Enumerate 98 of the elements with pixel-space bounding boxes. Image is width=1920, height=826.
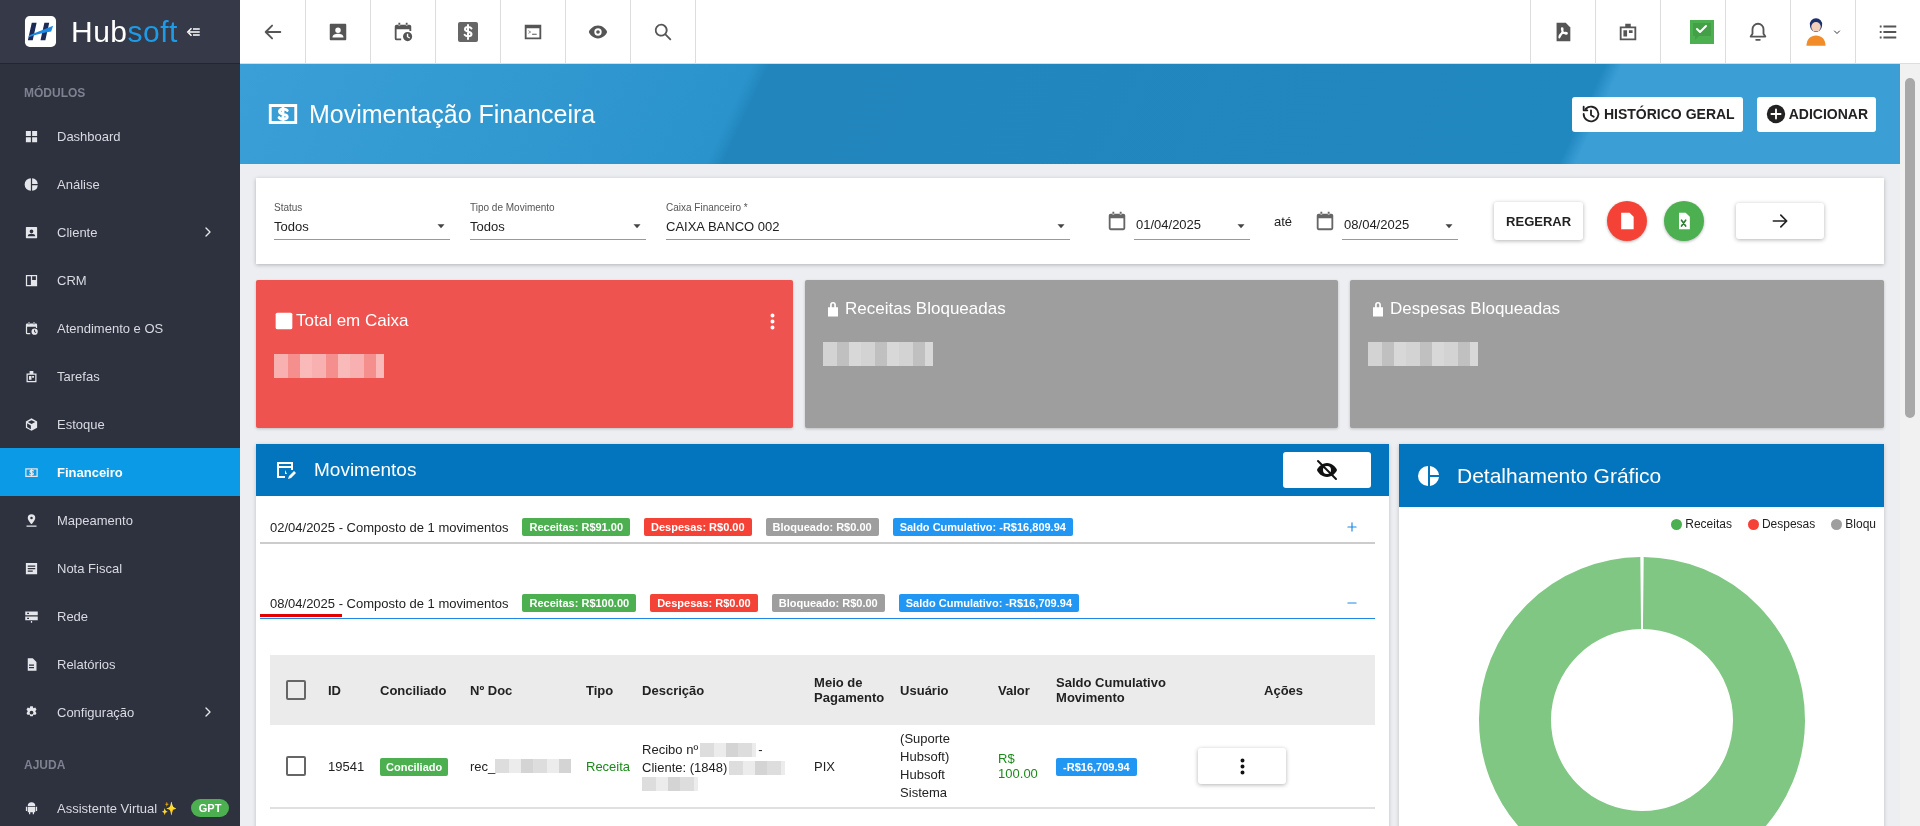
calendar-icon[interactable]	[1106, 210, 1128, 232]
amount-badge: Bloqueado: R$0.00	[771, 594, 885, 612]
redacted-block	[729, 761, 786, 775]
vertical-dots-icon[interactable]	[770, 312, 775, 330]
table-cell: R$ 100.00	[992, 725, 1051, 808]
column-header: Ações	[1192, 655, 1375, 725]
column-header: ID	[322, 655, 374, 725]
date-field[interactable]: 01/04/2025	[1134, 208, 1250, 240]
vertical-dots-icon	[1239, 757, 1245, 775]
range-separator: até	[1274, 213, 1293, 229]
scrollbar[interactable]	[1900, 64, 1920, 826]
sidebar-item[interactable]: Nota Fiscal	[0, 544, 240, 592]
pdf-export-button[interactable]	[1607, 201, 1648, 241]
amount-badge: Receitas: R$100.00	[522, 594, 637, 612]
gpt-badge: GPT	[190, 799, 230, 817]
board-icon	[24, 272, 39, 288]
section-heading: MÓDULOS	[23, 84, 87, 102]
balance-badge: -R$16,709.94	[1056, 757, 1137, 776]
column-header: Saldo Cumulativo Movimento	[1050, 655, 1193, 725]
panel-title: Detalhamento Gráfico	[1457, 463, 1662, 488]
sidebar-item[interactable]: Configuração	[0, 688, 240, 736]
table-cell: 19541	[322, 725, 374, 808]
page-title: Movimentação Financeira	[309, 99, 596, 129]
sidebar-item[interactable]: Assistente Virtual ✨ GPT	[0, 784, 240, 826]
add-button[interactable]: ADICIONAR	[1756, 96, 1876, 132]
regenerate-button[interactable]: REGERAR	[1494, 202, 1584, 240]
history-icon	[1580, 103, 1602, 125]
group-summary: 02/04/2025 - Composto de 1 movimentos	[270, 519, 509, 535]
plus-circle-icon	[1764, 103, 1787, 125]
redacted-block	[642, 777, 699, 791]
legend-label[interactable]: Receitas	[1685, 517, 1732, 531]
history-button[interactable]: HISTÓRICO GERAL	[1572, 96, 1743, 132]
card-title: Receitas Bloqueadas	[845, 299, 1006, 319]
date-group-header[interactable]: 08/04/2025 - Composto de 1 movimentos Receitas: R$100.00 Despesas: R$0.00 Bloqueado: R$0.00 Saldo Cumulativo: -R$16,709.94	[260, 572, 1375, 619]
group-summary: 08/04/2025 - Composto de 1 movimentos	[270, 595, 509, 611]
table-cell: PIX	[808, 725, 895, 808]
sidebar-item[interactable]: Mapeamento	[0, 496, 240, 544]
android-icon	[24, 800, 39, 816]
panel-title: Movimentos	[314, 459, 417, 481]
sidebar-item[interactable]: Cliente	[0, 208, 240, 256]
card-title: Total em Caixa	[296, 311, 409, 331]
clipboard-icon	[24, 368, 39, 384]
status-badge: Conciliado	[380, 757, 449, 776]
legend-label[interactable]: Despesas	[1761, 517, 1816, 531]
column-header: Descrição	[636, 655, 809, 725]
bell-icon[interactable]	[1747, 20, 1769, 43]
column-header: Valor	[992, 655, 1051, 725]
redacted-block	[700, 743, 757, 757]
description-text: -	[758, 741, 763, 759]
select-all-checkbox[interactable]	[286, 680, 306, 700]
table-cell: Receita	[580, 725, 637, 808]
section-heading: AJUDA	[23, 757, 67, 774]
sidebar-item[interactable]: Tarefas	[0, 352, 240, 400]
legend-label[interactable]: Bloqu	[1845, 517, 1876, 531]
hide-values-button[interactable]	[1283, 452, 1371, 488]
amount-badge: Saldo Cumulativo: -R$16,809.94	[892, 518, 1073, 536]
pie-chart-icon	[24, 176, 39, 192]
amount-badge: Despesas: R$0.00	[644, 518, 752, 536]
table-cell: rec_	[470, 758, 496, 774]
column-header: Tipo	[580, 655, 637, 725]
row-checkbox[interactable]	[286, 756, 306, 776]
document-icon	[24, 560, 39, 576]
column-header: Meio de Pagamento	[808, 655, 895, 725]
select-field[interactable]: Status Todos	[274, 202, 450, 240]
map-pin-icon	[24, 512, 39, 528]
chat-check-icon[interactable]	[1689, 19, 1714, 44]
contact-card-icon	[24, 224, 39, 240]
amount-badge: Bloqueado: R$0.00	[765, 518, 879, 536]
sidebar-item[interactable]: Estoque	[0, 400, 240, 448]
box-icon	[24, 416, 39, 432]
amount-badge: Receitas: R$91.00	[522, 518, 631, 536]
grid-icon	[24, 128, 39, 144]
sidebar-item[interactable]: Rede	[0, 592, 240, 640]
sidebar-item[interactable]: Atendimento e OS	[0, 304, 240, 352]
sidebar-item[interactable]: Dashboard	[0, 112, 240, 160]
sidebar-item[interactable]: Análise	[0, 160, 240, 208]
logo-icon	[24, 15, 57, 48]
table-cell: (Suporte Hubsoft) Hubsoft Sistema	[894, 725, 993, 808]
calendar-clock-icon	[24, 320, 39, 336]
description-text: Cliente: (1848)	[642, 759, 728, 777]
calendar-clock-icon[interactable]	[392, 20, 414, 43]
eye-off-icon	[1315, 458, 1339, 482]
select-field[interactable]: Tipo de Movimento Todos	[470, 202, 646, 240]
amount-badge: Despesas: R$0.00	[650, 594, 758, 612]
excel-export-button[interactable]	[1664, 201, 1705, 241]
description-text: Recibo nº	[642, 741, 699, 759]
column-header: Usuário	[894, 655, 993, 725]
amount-badge: Saldo Cumulativo: -R$16,709.94	[898, 594, 1080, 612]
card-title: Despesas Bloqueadas	[1390, 299, 1561, 319]
column-header: Nº Doc	[464, 655, 580, 725]
sidebar-item[interactable]: Relatórios	[0, 640, 240, 688]
pie-chart-icon	[1417, 463, 1441, 488]
sidebar-item[interactable]: CRM	[0, 256, 240, 304]
date-field[interactable]: 08/04/2025	[1342, 208, 1459, 240]
date-group-header[interactable]: 02/04/2025 - Composto de 1 movimentos Receitas: R$91.00 Despesas: R$0.00 Bloqueado: R$0.00 Saldo Cumulativo: -R$16,809.94	[260, 496, 1375, 544]
column-header: Conciliado	[374, 655, 464, 725]
select-field[interactable]: Caixa Financeiro * CAIXA BANCO 002	[666, 202, 1070, 240]
brand-name: Hubsoft	[71, 14, 178, 49]
